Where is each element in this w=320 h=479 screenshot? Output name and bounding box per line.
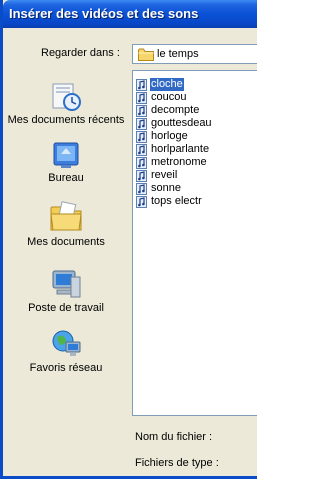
insert-media-dialog: Insérer des vidéos et des sons Regarder … <box>0 0 257 479</box>
filetype-label: Fichiers de type : <box>135 457 219 469</box>
place-network-places[interactable]: Favoris réseau <box>6 328 126 374</box>
dialog-title: Insérer des vidéos et des sons <box>9 6 199 21</box>
filename-label: Nom du fichier : <box>135 431 213 443</box>
file-list[interactable]: cloche coucou decompte gouttesdeau horlo… <box>132 70 257 416</box>
sound-file-icon <box>136 118 147 130</box>
place-label: Bureau <box>48 172 84 184</box>
place-recent-documents[interactable]: Mes documents récents <box>6 82 126 126</box>
file-name: coucou <box>151 91 187 103</box>
look-in-dropdown[interactable]: le temps <box>132 44 257 64</box>
file-name: decompte <box>151 104 200 116</box>
place-label: Poste de travail <box>28 302 104 314</box>
file-name: cloche <box>150 78 184 91</box>
folder-icon <box>138 48 154 61</box>
file-name: sonne <box>151 182 181 194</box>
file-name: horlparlante <box>151 143 210 155</box>
title-bar[interactable]: Insérer des vidéos et des sons <box>3 0 257 28</box>
place-label: Favoris réseau <box>29 362 103 374</box>
sound-file-icon <box>136 157 147 169</box>
my-documents-icon <box>50 201 82 231</box>
place-my-documents[interactable]: Mes documents <box>6 200 126 248</box>
sound-file-icon <box>136 105 147 117</box>
sound-file-icon <box>136 170 147 182</box>
place-label: Mes documents récents <box>7 114 125 126</box>
file-name: reveil <box>151 169 178 181</box>
file-name: gouttesdeau <box>151 117 212 129</box>
file-name: metronome <box>151 156 207 168</box>
look-in-value: le temps <box>157 48 199 60</box>
recent-documents-icon <box>52 83 81 111</box>
network-places-icon <box>52 330 81 356</box>
my-computer-icon <box>52 270 81 298</box>
place-desktop[interactable]: Bureau <box>6 140 126 184</box>
places-bar: Mes documents récents Bureau Mes documen… <box>6 70 126 410</box>
look-in-label: Regarder dans : <box>41 47 120 59</box>
sound-file-icon <box>136 79 147 91</box>
place-my-computer[interactable]: Poste de travail <box>6 268 126 314</box>
file-name: tops electr <box>151 195 202 207</box>
desktop-icon <box>53 142 79 168</box>
sound-file-icon <box>136 131 147 143</box>
sound-file-icon <box>136 92 147 104</box>
file-name: horloge <box>151 130 188 142</box>
place-label: Mes documents <box>27 236 105 248</box>
sound-file-icon <box>136 144 147 156</box>
sound-file-icon <box>136 183 147 195</box>
sound-file-icon <box>136 196 147 208</box>
